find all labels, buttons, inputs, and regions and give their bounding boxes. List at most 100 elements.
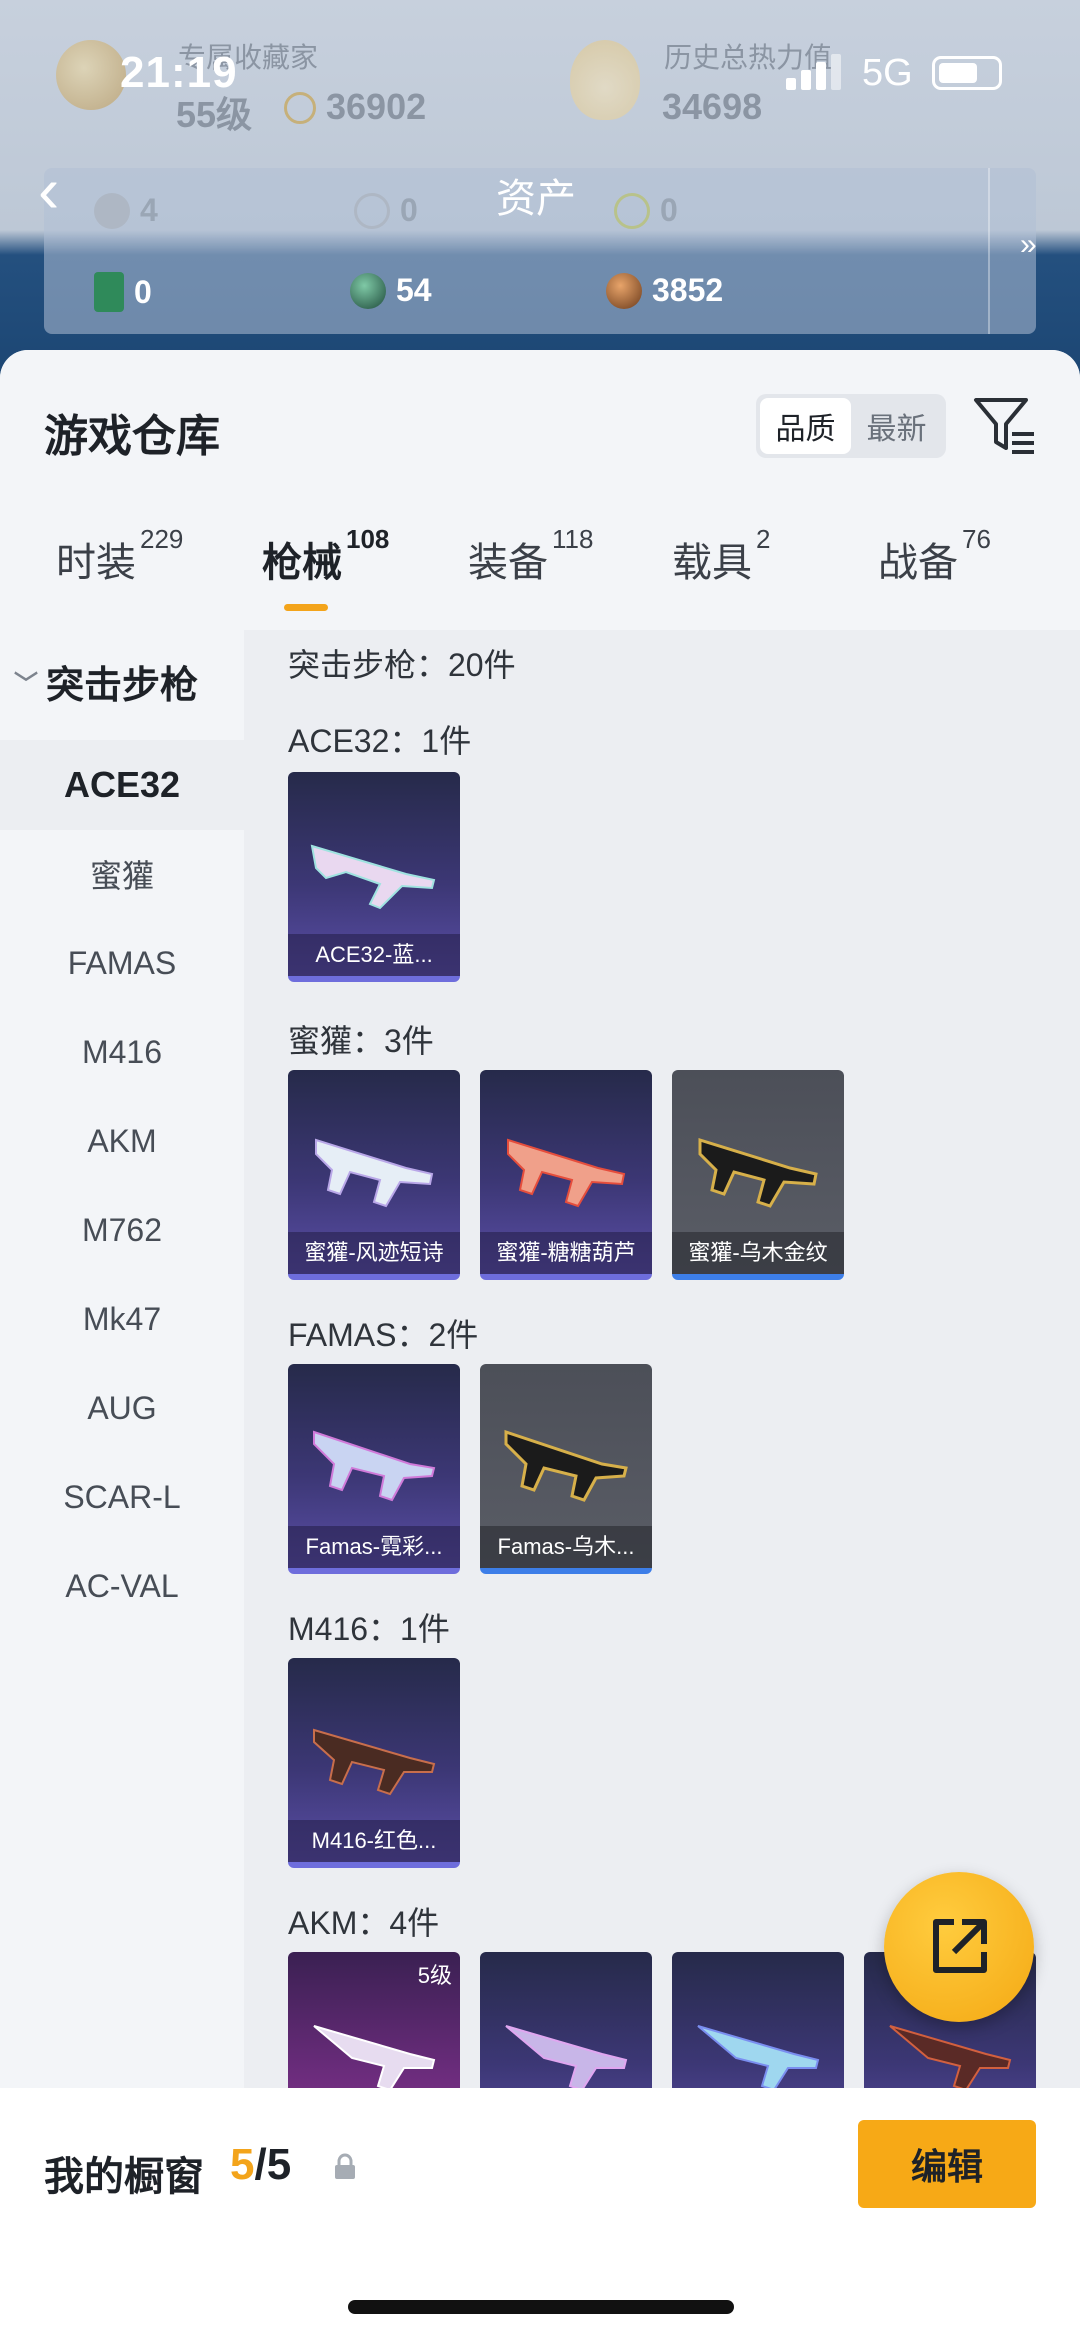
category-item-ace32[interactable]: ACE32 xyxy=(0,740,244,830)
tab-count: 108 xyxy=(346,524,390,554)
weapon-category-list: ﹀ 突击步枪 ACE32 蜜獾 FAMAS M416 AKM M762 Mk47… xyxy=(0,630,244,2100)
showcase-separator: / xyxy=(254,2140,267,2189)
rifle-icon xyxy=(315,1138,434,1208)
weapon-name: 蜜獾-乌木金纹 xyxy=(672,1232,844,1274)
rifle-icon xyxy=(313,1430,436,1502)
rank-medal-icon xyxy=(56,40,126,110)
showcase-bar: 我的橱窗 5/5 编辑 xyxy=(0,2088,1080,2337)
asset-value: 0 xyxy=(660,192,678,228)
category-item-honey-badger[interactable]: 蜜獾 xyxy=(0,830,244,918)
tab-label: 装备 xyxy=(468,541,548,585)
weapon-card[interactable]: 蜜獾-风迹短诗 xyxy=(288,1070,460,1280)
tab-count: 2 xyxy=(756,524,771,554)
showcase-current: 5 xyxy=(230,2140,255,2189)
heat-value: 34698 xyxy=(662,86,763,127)
sort-newest-option[interactable]: 最新 xyxy=(851,398,942,454)
rifle-icon xyxy=(507,1138,626,1208)
warehouse-sheet: 游戏仓库 品质 最新 时装229 枪械108 装备118 载具2 战备76 ﹀ … xyxy=(0,350,1080,2337)
share-button[interactable] xyxy=(884,1872,1034,2022)
weapon-name: Famas-霓彩... xyxy=(288,1526,460,1568)
tab-vehicles[interactable]: 载具2 xyxy=(672,524,770,588)
tab-label: 枪械 xyxy=(262,541,342,585)
tab-label: 载具 xyxy=(672,541,752,585)
battery-icon xyxy=(932,56,1002,90)
tab-count: 118 xyxy=(552,524,594,554)
tab-label: 时装 xyxy=(56,541,136,585)
weapon-name: ACE32-蓝... xyxy=(288,934,460,976)
weapon-card[interactable]: 蜜獾-糖糖葫芦 xyxy=(480,1070,652,1280)
asset-item: 54 xyxy=(350,272,432,309)
filter-icon[interactable] xyxy=(972,394,1038,458)
tab-count: 229 xyxy=(140,524,184,554)
tab-fashion[interactable]: 时装229 xyxy=(56,524,183,588)
category-group-label: 突击步枪 xyxy=(46,665,199,707)
group-label-honey-badger: 蜜獾：3件 xyxy=(288,1023,434,1059)
clock-coin-icon xyxy=(354,192,390,229)
rifle-icon xyxy=(313,1728,436,1796)
sort-toggle[interactable]: 品质 最新 xyxy=(756,394,946,458)
page-title: 资产 xyxy=(496,177,576,221)
tab-count: 76 xyxy=(962,524,991,554)
tab-active-indicator xyxy=(284,604,328,611)
heat-flame-icon xyxy=(570,40,640,120)
showcase-label: 我的橱窗 xyxy=(44,2155,204,2199)
group-label-akm: AKM：4件 xyxy=(288,1905,440,1941)
asset-value: 3852 xyxy=(652,272,724,308)
coin-icon xyxy=(284,92,316,124)
category-item-famas[interactable]: FAMAS xyxy=(0,919,244,1007)
category-group-header[interactable]: ﹀ 突击步枪 xyxy=(14,654,198,709)
rifle-icon xyxy=(313,2025,436,2092)
showcase-total: 5 xyxy=(266,2140,292,2189)
category-summary: 突击步枪：20件 xyxy=(288,647,516,683)
status-time: 21:19 xyxy=(120,48,238,97)
category-item-aug[interactable]: AUG xyxy=(0,1364,244,1452)
rifle-icon xyxy=(697,2025,820,2092)
bronze-coin-icon xyxy=(606,272,642,309)
weapon-card[interactable]: M416-红色... xyxy=(288,1658,460,1868)
tab-equipment[interactable]: 装备118 xyxy=(468,524,593,588)
rifle-icon xyxy=(698,1137,818,1208)
chevron-right-icon[interactable]: » xyxy=(1020,228,1037,262)
category-item-mk47[interactable]: Mk47 xyxy=(0,1275,244,1363)
share-icon xyxy=(933,1919,987,1973)
category-tabs: 时装229 枪械108 装备118 载具2 战备76 xyxy=(0,524,1080,610)
sort-quality-option[interactable]: 品质 xyxy=(760,398,851,454)
weapon-card[interactable]: 蜜獾-乌木金纹 xyxy=(672,1070,844,1280)
category-item-m416[interactable]: M416 xyxy=(0,1008,244,1096)
weapon-name: 蜜獾-风迹短诗 xyxy=(288,1232,460,1274)
orb-icon xyxy=(350,272,386,309)
asset-item: 3852 xyxy=(606,272,723,309)
category-item-m762[interactable]: M762 xyxy=(0,1186,244,1274)
lock-icon xyxy=(335,2153,355,2179)
rifle-icon xyxy=(504,1429,628,1502)
home-indicator xyxy=(348,2300,734,2314)
back-icon[interactable]: ‹ xyxy=(38,158,88,222)
category-item-ac-val[interactable]: AC-VAL xyxy=(0,1542,244,1630)
asset-value: 54 xyxy=(396,272,432,308)
tab-firearms[interactable]: 枪械108 xyxy=(262,524,389,588)
warehouse-header: 游戏仓库 品质 最新 时装229 枪械108 装备118 载具2 战备76 xyxy=(0,350,1080,630)
weapon-card[interactable]: ACE32-蓝... xyxy=(288,772,460,982)
showcase-count: 5/5 xyxy=(230,2140,291,2190)
asset-item: 0 xyxy=(614,192,678,229)
divider xyxy=(988,168,990,334)
asset-item: 0 xyxy=(354,192,418,229)
edit-button[interactable]: 编辑 xyxy=(858,2120,1036,2208)
signal-icon xyxy=(786,52,846,90)
profile-header: 专属收藏家 55级 36902 历史总热力值 34698 21:19 5G 4 … xyxy=(0,0,1080,380)
coin-count: 36902 xyxy=(326,86,427,127)
card-icon xyxy=(94,272,124,312)
asset-item: 0 xyxy=(94,272,152,312)
category-item-akm[interactable]: AKM xyxy=(0,1097,244,1185)
asset-value: 4 xyxy=(140,192,158,228)
weapon-name: M416-红色... xyxy=(288,1820,460,1862)
weapon-card[interactable]: Famas-乌木... xyxy=(480,1364,652,1574)
gem-icon xyxy=(94,192,130,229)
group-label-famas: FAMAS：2件 xyxy=(288,1317,479,1353)
category-item-scar-l[interactable]: SCAR-L xyxy=(0,1453,244,1541)
weapon-name: Famas-乌木... xyxy=(480,1526,652,1568)
tab-supplies[interactable]: 战备76 xyxy=(878,524,991,588)
weapon-card[interactable]: Famas-霓彩... xyxy=(288,1364,460,1574)
group-label-m416: M416：1件 xyxy=(288,1611,450,1647)
asset-value: 0 xyxy=(134,273,152,310)
